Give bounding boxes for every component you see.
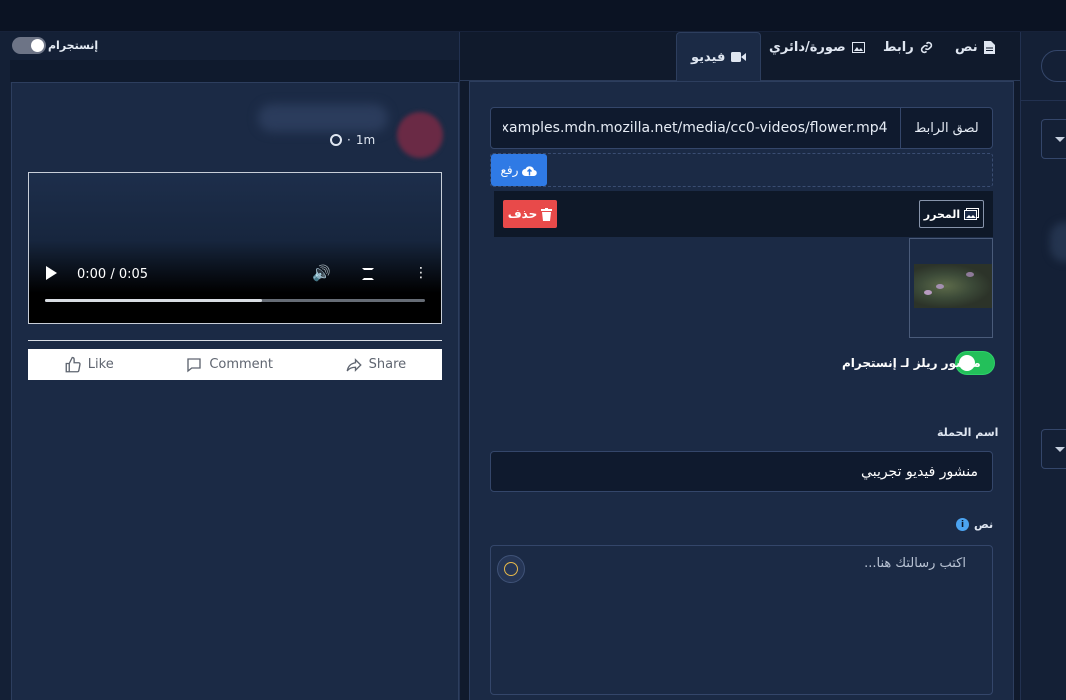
editor-button[interactable]: المحرر: [919, 200, 984, 228]
tab-link[interactable]: رابط: [883, 40, 933, 55]
tab-text[interactable]: نص: [955, 40, 995, 55]
right-column-divider: [1020, 100, 1066, 101]
fullscreen-icon[interactable]: [362, 268, 374, 280]
message-textarea[interactable]: [490, 545, 993, 695]
video-thumbnail[interactable]: [914, 264, 992, 308]
share-button[interactable]: Share: [345, 356, 407, 374]
instagram-toggle[interactable]: [12, 37, 46, 54]
reels-toggle-label: منشور ريلز لـ إنستجرام: [842, 356, 981, 370]
top-bar: [0, 0, 1066, 32]
tab-image[interactable]: صورة/دائري: [769, 40, 865, 55]
more-options-icon[interactable]: ⋮: [414, 266, 428, 280]
upload-label: رفع: [500, 163, 519, 177]
post-meta: · 1m: [330, 133, 375, 147]
post-actions-bar: Like Comment Share: [28, 349, 442, 380]
cloud-upload-icon: [522, 165, 538, 176]
preview-divider: [28, 340, 442, 341]
right-column-input[interactable]: [1041, 50, 1066, 82]
editor-label: المحرر: [923, 207, 961, 221]
page-name-blurred: [258, 104, 388, 132]
link-icon: [920, 41, 932, 54]
upload-dropzone[interactable]: [490, 153, 993, 187]
tab-link-label: رابط: [883, 40, 914, 55]
upload-button[interactable]: رفع: [491, 154, 547, 186]
right-select-2[interactable]: [1041, 429, 1066, 469]
comment-label: Comment: [209, 357, 274, 372]
share-icon: [346, 357, 362, 372]
tab-image-label: صورة/دائري: [769, 40, 846, 55]
globe-icon: [330, 134, 342, 146]
delete-button[interactable]: حذف: [503, 200, 557, 228]
video-progress-fill: [45, 299, 262, 302]
campaign-name-label: اسم الحملة: [937, 426, 999, 439]
paste-link-button[interactable]: لصق الرابط: [900, 108, 992, 148]
post-time: 1m: [355, 133, 376, 147]
share-label: Share: [368, 357, 407, 372]
delete-label: حذف: [507, 207, 538, 221]
right-blurred-avatar: [1050, 222, 1066, 262]
smiley-icon: [504, 562, 518, 576]
play-icon[interactable]: [46, 266, 57, 280]
video-icon: [731, 52, 747, 62]
right-select-1[interactable]: [1041, 119, 1066, 159]
campaign-name-input[interactable]: [490, 451, 993, 492]
comment-button[interactable]: Comment: [185, 356, 273, 374]
preview-header-strip: [10, 60, 459, 82]
file-icon: [983, 41, 995, 54]
thumbs-up-icon: [65, 356, 81, 372]
comment-icon: [187, 357, 202, 372]
like-button[interactable]: Like: [64, 356, 114, 374]
emoji-button[interactable]: [497, 555, 525, 583]
text-label: نص: [974, 518, 994, 531]
images-icon: [964, 208, 980, 220]
chevron-down-icon: [1055, 447, 1065, 452]
avatar: [397, 112, 443, 158]
tab-text-label: نص: [955, 40, 978, 55]
instagram-toggle-label: إنستجرام: [48, 39, 99, 52]
tab-video-label: فيديو: [691, 49, 726, 65]
video-time: 0:00 / 0:05: [77, 267, 149, 282]
volume-icon[interactable]: 🔊: [312, 264, 331, 282]
chevron-down-icon: [1055, 137, 1065, 142]
tab-video[interactable]: فيديو: [676, 32, 762, 82]
video-url-group: لصق الرابط: [490, 107, 993, 149]
info-icon[interactable]: i: [956, 518, 969, 531]
video-url-input[interactable]: [491, 108, 900, 148]
image-icon: [851, 42, 865, 53]
trash-icon: [541, 207, 553, 221]
text-field-label: i نص: [956, 518, 993, 531]
like-label: Like: [87, 357, 114, 372]
